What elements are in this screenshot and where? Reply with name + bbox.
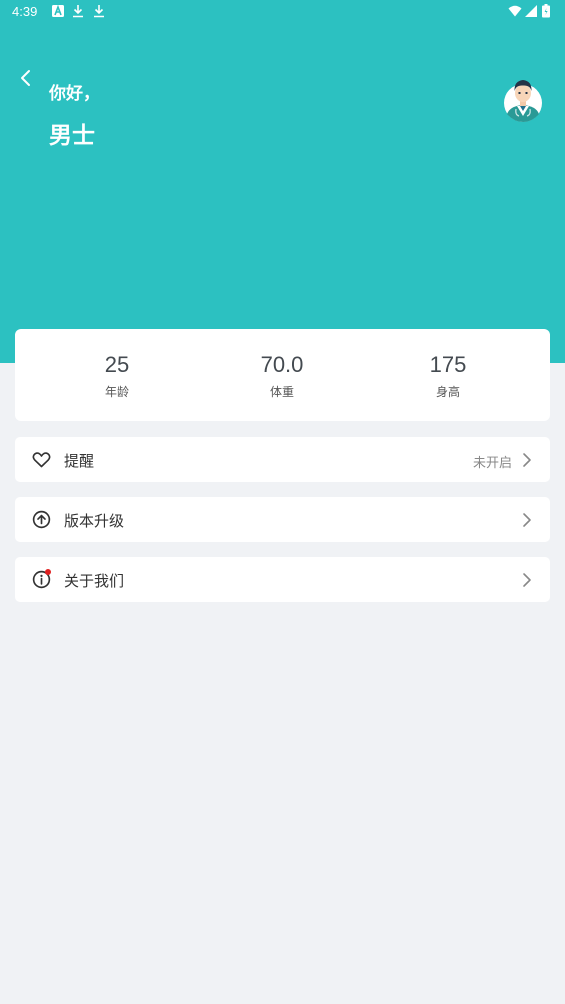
signal-icon	[525, 5, 537, 17]
reminder-label: 提醒	[64, 452, 95, 470]
notification-dot	[45, 569, 51, 575]
heart-icon	[32, 452, 51, 468]
stat-weight: 70.0 体重	[222, 351, 342, 400]
stat-height: 175 身高	[388, 351, 508, 400]
weight-value: 70.0	[260, 352, 304, 377]
header-background	[0, 0, 565, 363]
download-icon	[94, 5, 104, 18]
font-download-icon	[52, 4, 64, 17]
status-bar: 4:39	[0, 0, 565, 24]
menu-item-about-us[interactable]: 关于我们	[15, 557, 550, 602]
reminder-status: 未开启	[472, 456, 512, 471]
age-label: 年龄	[104, 385, 129, 399]
height-label: 身高	[435, 385, 460, 399]
weight-label: 体重	[269, 385, 294, 399]
download-icon	[73, 5, 83, 18]
user-stats-card: 25 年龄 70.0 体重 175 身高	[15, 329, 550, 421]
battery-icon	[542, 4, 550, 18]
username: 男士	[49, 123, 95, 149]
greeting-text: 你好，	[49, 84, 100, 104]
wifi-icon	[508, 5, 522, 17]
height-value: 175	[429, 352, 467, 377]
chevron-right-icon	[523, 453, 531, 467]
version-upgrade-label: 版本升级	[64, 512, 125, 530]
menu-item-reminder[interactable]: 提醒 未开启	[15, 437, 550, 482]
chevron-right-icon	[523, 513, 531, 527]
about-us-label: 关于我们	[64, 572, 125, 590]
menu-item-version-upgrade[interactable]: 版本升级	[15, 497, 550, 542]
arrow-up-circle-icon	[32, 510, 51, 529]
doctor-avatar-icon[interactable]	[502, 76, 544, 124]
status-time: 4:39	[12, 4, 38, 19]
back-arrow-icon[interactable]	[14, 66, 38, 90]
stat-age: 25 年龄	[57, 351, 177, 400]
age-value: 25	[104, 352, 130, 377]
chevron-right-icon	[523, 573, 531, 587]
